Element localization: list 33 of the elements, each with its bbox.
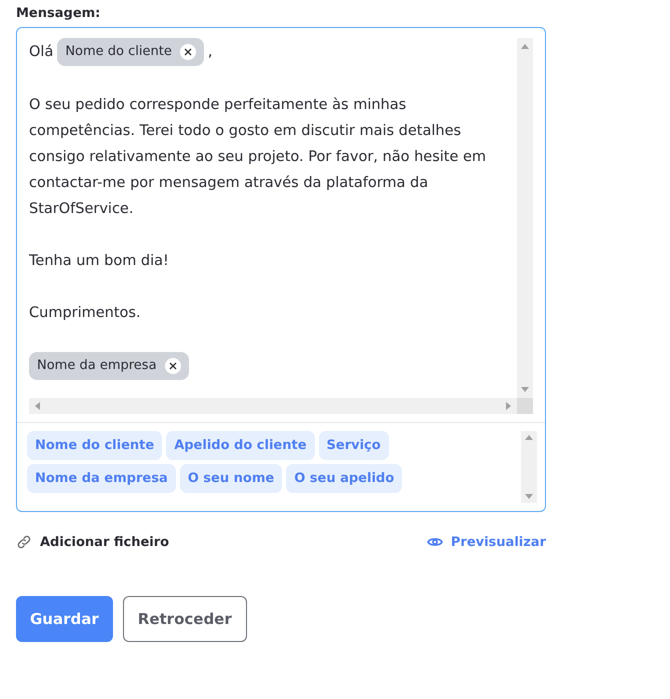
scrollbar-corner [517,398,533,414]
save-button[interactable]: Guardar [16,596,113,642]
variable-tag[interactable]: Serviço [318,431,389,460]
chip-label: Nome do cliente [65,43,172,61]
eye-icon [426,536,443,548]
variable-tag[interactable]: O seu apelido [286,464,402,493]
vertical-scrollbar[interactable] [521,431,537,503]
message-paragraph: O seu pedido corresponde perfeitamente às minhas competências. Terei todo o gosto em discutir mais detalhes consigo relativamente ao seu projeto. Por favor, não hesite em contactar-me por mensagem através da plataforma da StarOfService. [29,96,488,219]
vertical-scrollbar[interactable] [517,38,533,398]
comma-text: , [208,43,212,62]
variable-tag[interactable]: Nome da empresa [27,464,176,493]
scroll-down-icon[interactable] [521,387,529,392]
remove-icon[interactable] [180,44,196,60]
message-editor[interactable] [16,27,546,512]
horizontal-scrollbar[interactable] [29,398,517,414]
back-button[interactable]: Retroceder [122,596,247,642]
field-label: Mensagem: [16,6,102,21]
variable-tag[interactable]: Apelido do cliente [166,431,315,460]
scroll-up-icon[interactable] [521,44,529,49]
message-paragraph: Tenha um bom dia! [29,252,170,271]
scroll-left-icon[interactable] [35,402,40,410]
variable-tag[interactable]: Nome do cliente [27,431,162,460]
variable-tag[interactable]: O seu nome [180,464,282,493]
chip-label: Nome da empresa [37,357,157,375]
attach-file-link[interactable]: Adicionar ficheiro [16,534,170,550]
greeting-text: Olá [29,43,54,62]
scroll-up-icon[interactable] [525,435,533,440]
paperclip-icon [16,534,32,550]
preview-link[interactable]: Previsualizar [426,534,546,550]
scroll-right-icon[interactable] [506,402,511,410]
scroll-down-icon[interactable] [525,494,533,499]
remove-icon[interactable] [164,358,181,374]
message-paragraph: Cumprimentos. [29,304,142,323]
